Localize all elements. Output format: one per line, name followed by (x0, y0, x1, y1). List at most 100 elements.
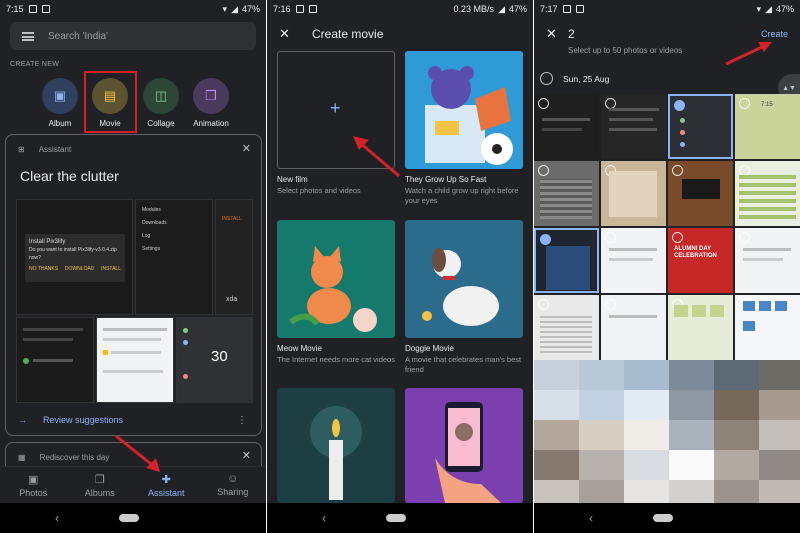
photo-thumb-selected[interactable] (534, 228, 599, 293)
grow-up-card[interactable] (405, 51, 523, 169)
status-bar: 7:16 0.23 MB/s ◢ 47% (267, 0, 533, 18)
rediscover-card-header: Rediscover this day (39, 453, 110, 462)
system-navigation-bar: ‹ (267, 503, 533, 533)
screenshot-thumb: INSTALL xda (215, 199, 253, 315)
nav-label: Assistant (147, 487, 185, 498)
assistant-card-header: Assistant (38, 145, 72, 154)
clock: 7:17 (540, 4, 558, 14)
more-options-icon[interactable]: ⋮ (237, 415, 247, 426)
calendar-icon: ▦ (18, 453, 26, 462)
photo-thumb[interactable] (601, 295, 666, 360)
selection-hint: Select up to 50 photos or videos (568, 46, 683, 55)
nav-albums[interactable]: ❐ Albums (70, 473, 130, 498)
photo-thumb[interactable] (601, 161, 666, 226)
movie-highlight-box (84, 71, 137, 133)
photo-thumb[interactable] (601, 94, 666, 159)
install-question: Do you want to install Pix3lify-v3.0.4.z… (29, 247, 117, 261)
nav-photos[interactable]: ▣ Photos (3, 473, 63, 498)
selected-check-icon[interactable] (540, 234, 551, 245)
photo-thumb[interactable] (534, 161, 599, 226)
nav-label: Albums (84, 487, 115, 498)
select-checkbox[interactable] (739, 98, 750, 109)
movie-description: Watch a child grow up right before your … (405, 186, 519, 206)
home-icon[interactable] (386, 514, 406, 522)
nav-assistant[interactable]: ✚ Assistant (136, 473, 196, 498)
select-checkbox[interactable] (672, 232, 683, 243)
event-text: ALUMNI DAY CELEBRATION (674, 246, 717, 260)
screenshot-thumb (96, 317, 174, 403)
meow-movie-card[interactable] (277, 220, 395, 338)
battery-level: 47% (775, 4, 794, 14)
selfie-movie-card[interactable] (405, 388, 523, 503)
close-icon[interactable]: ✕ (546, 26, 557, 42)
new-film-card[interactable]: + (277, 51, 395, 169)
photo-thumb[interactable] (735, 295, 800, 360)
create-new-label: CREATE NEW (10, 61, 60, 68)
albums-icon: ❐ (94, 473, 105, 486)
screenshot-thumb (16, 317, 94, 403)
photo-thumb[interactable]: ALUMNI DAY CELEBRATION (668, 228, 733, 293)
arrow-right-icon: → (18, 415, 27, 425)
downloads-text: Downloads (142, 220, 167, 226)
close-icon[interactable]: ✕ (279, 26, 290, 42)
photo-thumb[interactable] (668, 161, 733, 226)
photo-thumb[interactable] (534, 94, 599, 159)
red-arrow-annotation (725, 42, 772, 66)
menu-icon[interactable] (22, 31, 34, 41)
photo-thumb[interactable] (668, 295, 733, 360)
search-bar[interactable]: Search 'India' (10, 22, 256, 50)
install-title: Install Pix3lify (29, 239, 66, 245)
nav-sharing[interactable]: ☺ Sharing (203, 473, 263, 497)
select-checkbox[interactable] (538, 165, 549, 176)
date-label: Sun, 25 Aug (563, 73, 610, 84)
home-icon[interactable] (653, 514, 673, 522)
status-bar: 7:15 ▾ ◢ 47% (0, 0, 266, 18)
photo-thumb[interactable]: 7:15 (735, 94, 800, 159)
create-movie-panel: 7:16 0.23 MB/s ◢ 47% ✕ Create movie + Ne… (267, 0, 533, 533)
back-icon[interactable]: ‹ (55, 511, 59, 525)
back-icon[interactable]: ‹ (322, 511, 326, 525)
system-navigation-bar: ‹ (0, 503, 266, 533)
nav-label: Photos (19, 487, 48, 498)
select-checkbox[interactable] (605, 232, 616, 243)
photo-thumb[interactable] (735, 228, 800, 293)
nav-label: Sharing (217, 487, 249, 497)
select-all-checkbox[interactable] (540, 72, 553, 85)
settings-text: Settings (142, 246, 161, 252)
close-icon[interactable]: ✕ (242, 142, 251, 155)
movie-name: New film (277, 175, 308, 184)
doggie-movie-card[interactable] (405, 220, 523, 338)
create-label: Collage (147, 119, 175, 128)
cat-illustration (289, 246, 377, 332)
photo-thumb[interactable] (735, 161, 800, 226)
download-text: DOWNLOAD (64, 266, 95, 272)
create-album-button[interactable]: ▣ Album (40, 78, 80, 128)
notification-icon (28, 5, 37, 13)
select-checkbox[interactable] (538, 98, 549, 109)
create-collage-button[interactable]: ◫ Collage (141, 78, 181, 128)
candle-movie-card[interactable] (277, 388, 395, 503)
photo-thumb[interactable] (601, 228, 666, 293)
install-text: INSTALL (222, 216, 242, 222)
select-checkbox[interactable] (605, 299, 616, 310)
select-checkbox[interactable] (672, 165, 683, 176)
log-text: Log (142, 233, 151, 239)
photo-thumb-selected[interactable] (668, 94, 733, 159)
create-button[interactable]: Create (761, 29, 788, 39)
movie-name: Doggie Movie (405, 344, 454, 353)
install-text: INSTALL (101, 266, 121, 272)
candle-illustration (310, 406, 362, 500)
home-icon[interactable] (119, 514, 139, 522)
back-icon[interactable]: ‹ (589, 511, 593, 525)
review-suggestions-button[interactable]: → Review suggestions (18, 415, 123, 425)
selected-check-icon[interactable] (674, 100, 685, 111)
select-checkbox[interactable] (739, 232, 750, 243)
close-icon[interactable]: ✕ (242, 449, 251, 462)
photo-thumb[interactable] (534, 295, 599, 360)
select-checkbox[interactable] (538, 299, 549, 310)
assistant-card-title: Clear the clutter (20, 168, 119, 184)
date-header[interactable]: Sun, 25 Aug (540, 72, 609, 85)
create-animation-button[interactable]: ❐ Animation (191, 78, 231, 128)
battery-level: 47% (241, 4, 260, 14)
signal-icon: ◢ (231, 3, 238, 14)
